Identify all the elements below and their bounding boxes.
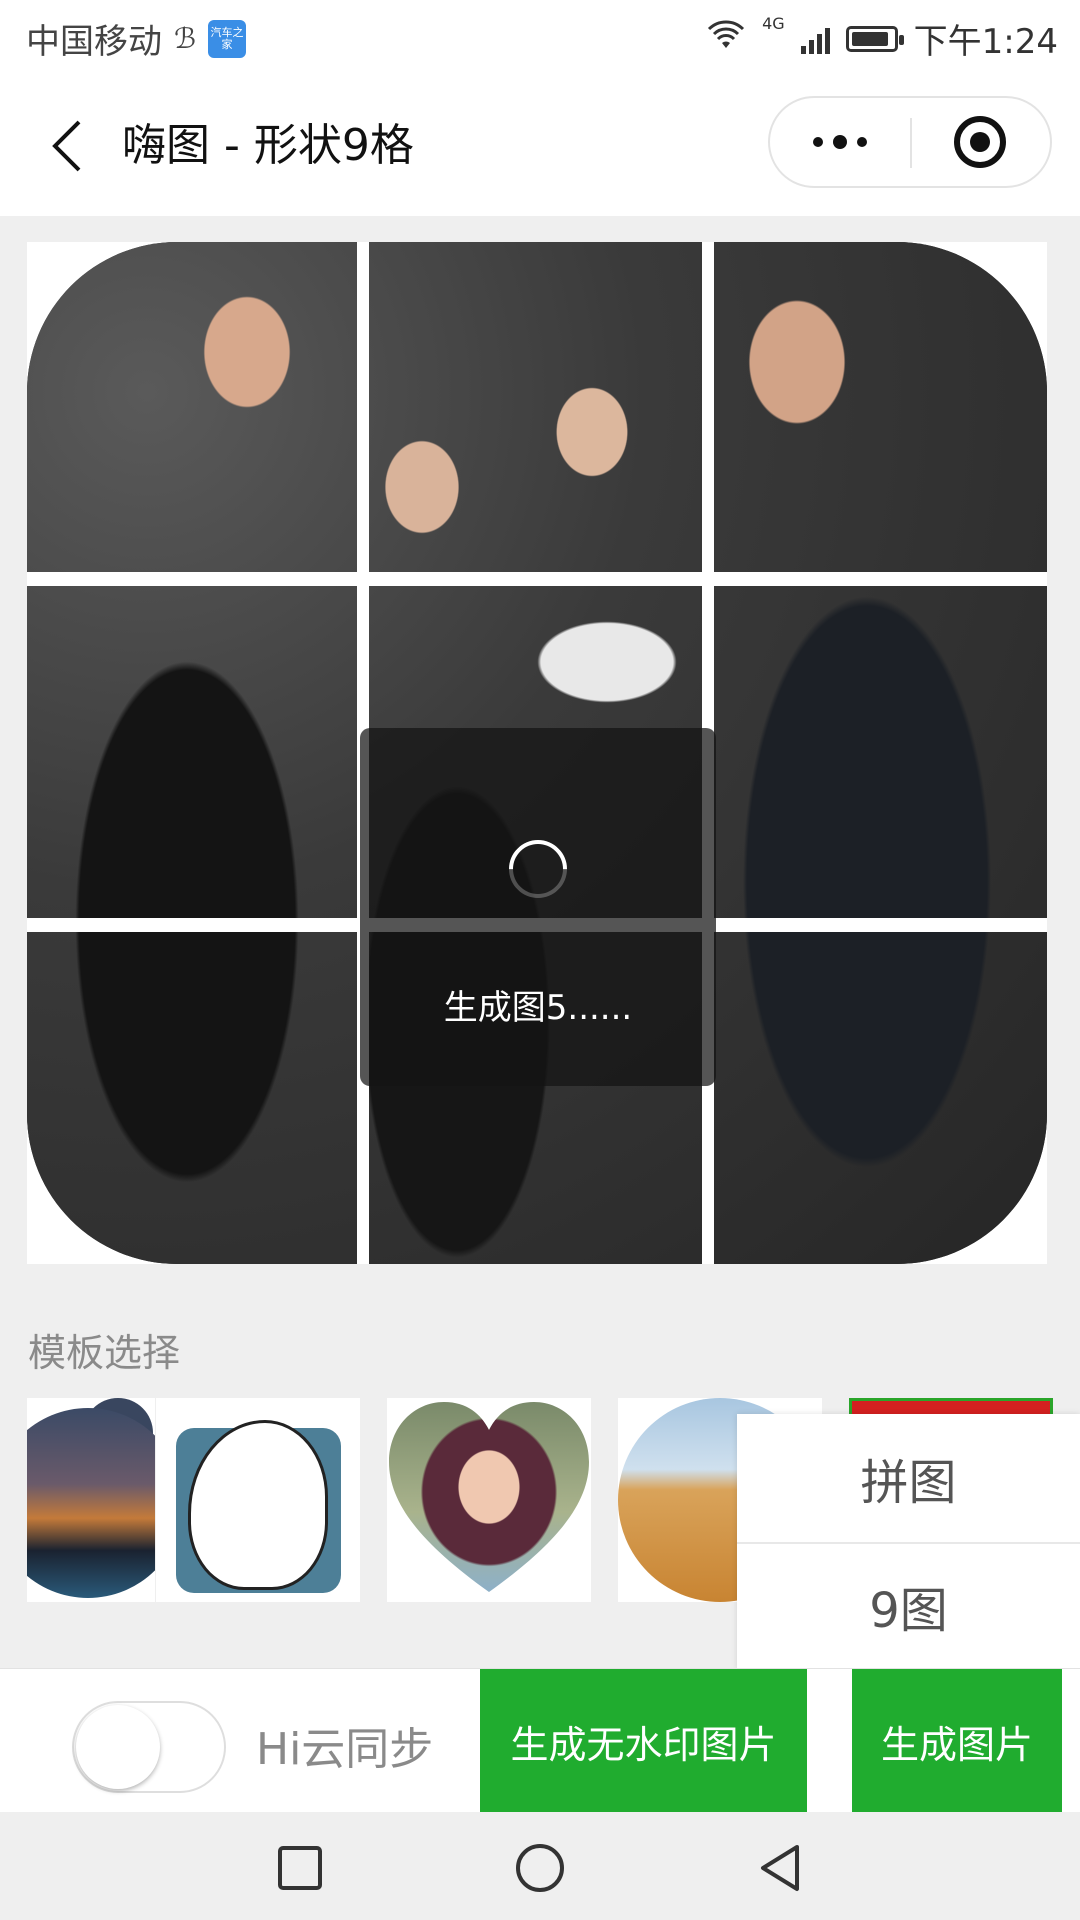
battery-icon: [845, 25, 904, 52]
target-icon[interactable]: [910, 98, 1050, 186]
square-icon[interactable]: [270, 1838, 330, 1898]
title-bar: 嗨图 - 形状9格: [0, 76, 1080, 216]
back-icon[interactable]: [36, 116, 96, 176]
cloud-sync-toggle[interactable]: [72, 1701, 226, 1793]
app-notification-label: 汽车之家: [210, 25, 244, 51]
menu-item-nine-grid[interactable]: 9图: [737, 1542, 1080, 1670]
action-bar: Hi云同步 生成无水印图片 生成图片: [0, 1668, 1080, 1813]
system-nav-bar: [0, 1812, 1080, 1920]
toggle-knob: [76, 1705, 160, 1789]
grid-cell-6: [714, 586, 1047, 918]
grid-cell-4: [27, 586, 357, 918]
signal-icon: [800, 24, 830, 54]
menu-capsule: [768, 96, 1052, 188]
grid-cell-2: [369, 242, 702, 572]
more-icon[interactable]: [770, 98, 910, 186]
heart-template[interactable]: [387, 1398, 591, 1602]
popup-menu: 拼图 9图: [737, 1414, 1080, 1670]
template-section-title: 模板选择: [28, 1331, 181, 1375]
generate-image-button[interactable]: 生成图片: [852, 1669, 1062, 1813]
page-title: 嗨图 - 形状9格: [122, 120, 414, 171]
status-left: 中国移动 ℬ 汽车之家: [26, 14, 247, 63]
generate-no-watermark-button[interactable]: 生成无水印图片: [480, 1669, 807, 1813]
grid-cell-3: [714, 242, 1047, 572]
loading-text: 生成图5......: [443, 988, 633, 1028]
network-type: 4G: [762, 14, 785, 33]
loading-spinner-icon: [496, 827, 580, 911]
circle-icon[interactable]: [510, 1838, 570, 1898]
meme-template[interactable]: [156, 1398, 360, 1602]
clock: 下午1:24: [913, 22, 1058, 62]
grid-cell-7: [27, 932, 357, 1264]
cloud-sync-label: Hi云同步: [256, 1724, 434, 1775]
carrier-glyph: ℬ: [174, 22, 197, 55]
status-right: 4G 下午1:24: [706, 14, 1058, 63]
grid-cell-1: [27, 242, 357, 572]
back-triangle-icon[interactable]: [750, 1838, 810, 1898]
carrier-name: 中国移动: [26, 22, 162, 62]
menu-item-collage[interactable]: 拼图: [737, 1414, 1080, 1544]
loading-toast: 生成图5......: [360, 728, 716, 1086]
bear-template[interactable]: [27, 1398, 155, 1602]
grid-cell-9: [714, 932, 1047, 1264]
wifi-icon: [706, 19, 746, 59]
app-notification-icon: 汽车之家: [208, 19, 247, 58]
status-bar: 中国移动 ℬ 汽车之家 4G 下午1:24: [0, 0, 1080, 76]
